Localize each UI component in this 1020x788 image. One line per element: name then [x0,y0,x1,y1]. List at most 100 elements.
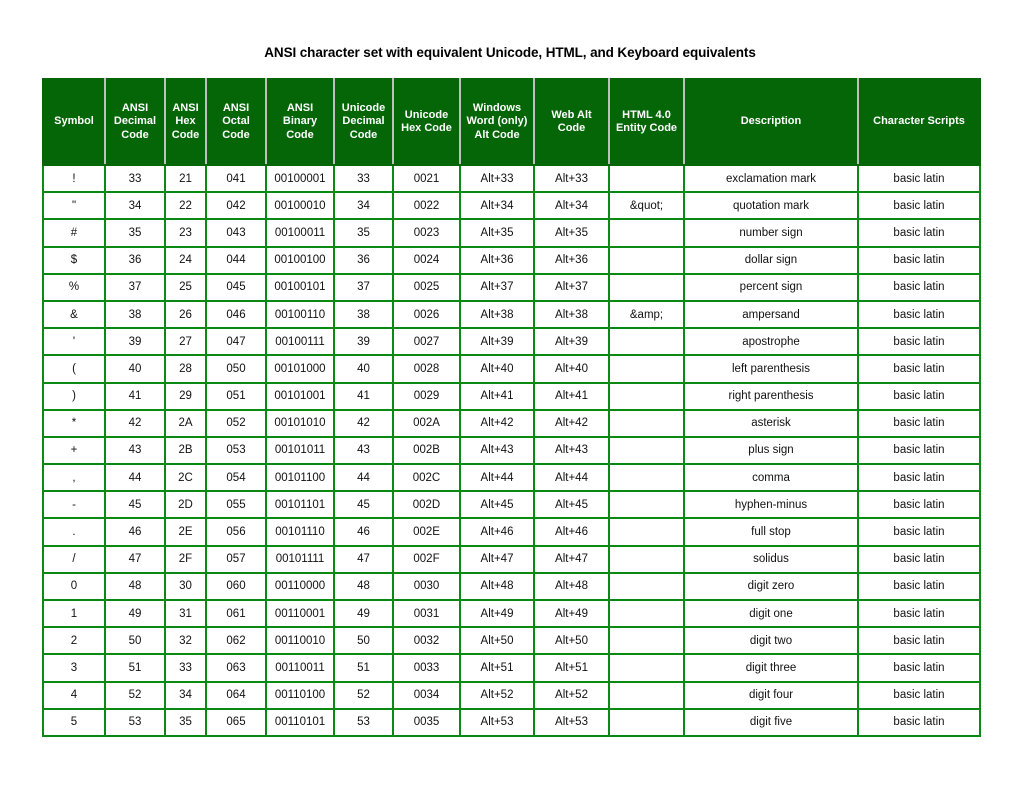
cell-ansi_hex: 2B [164,435,207,466]
cell-uni_hex: 0035 [392,707,461,737]
cell-html_entity [608,653,685,683]
cell-ansi_dec: 45 [104,490,166,520]
cell-web_alt: Alt+41 [533,381,610,411]
cell-uni_hex: 0029 [392,381,461,411]
cell-word_alt: Alt+36 [459,245,535,275]
column-header-word_alt[interactable]: Windows Word (only) Alt Code [459,78,535,166]
table-row: (40 28 050 00101000 40 0028 Alt+40 Alt+40 left p… [42,354,981,384]
cell-ansi_oct: 060 [205,571,267,602]
cell-description: digit one [683,598,859,629]
cell-uni_dec: 51 [333,653,394,683]
cell-symbol: 3 [42,653,106,683]
cell-symbol: , [42,463,106,493]
cell-ansi_hex: 2E [164,517,207,547]
cell-ansi_hex: 31 [164,598,207,629]
cell-html_entity [608,245,685,275]
column-header-web_alt[interactable]: Web Alt Code [533,78,610,166]
cell-word_alt: Alt+44 [459,463,535,493]
cell-ansi_dec: 47 [104,544,166,574]
cell-html_entity [608,598,685,629]
cell-web_alt: Alt+46 [533,517,610,547]
cell-uni_hex: 0021 [392,163,461,194]
cell-scripts: basic latin [857,245,981,275]
cell-ansi_bin: 00100101 [265,272,335,302]
table-row: . 46 2E 056 00101110 46 002E Alt+46 Alt+46 full s… [42,517,981,547]
cell-ansi_hex: 2C [164,463,207,493]
cell-html_entity: &quot; [608,191,685,221]
cell-ansi_oct: 047 [205,327,267,357]
cell-scripts: basic latin [857,191,981,221]
cell-ansi_hex: 23 [164,218,207,248]
cell-symbol: 0 [42,571,106,602]
column-header-description[interactable]: Description [683,78,859,166]
column-header-ansi_hex[interactable]: ANSI Hex Code [164,78,207,166]
cell-ansi_hex: 25 [164,272,207,302]
cell-html_entity [608,490,685,520]
cell-ansi_hex: 32 [164,626,207,656]
cell-ansi_oct: 045 [205,272,267,302]
cell-ansi_oct: 063 [205,653,267,683]
cell-uni_hex: 0026 [392,299,461,330]
cell-html_entity [608,680,685,710]
character-table-container: Symbol ANSI Decimal Code ANSI Hex Code ANSI… [42,78,981,737]
cell-ansi_bin: 00101100 [265,463,335,493]
cell-ansi_bin: 00101010 [265,408,335,438]
cell-word_alt: Alt+52 [459,680,535,710]
cell-ansi_bin: 00100100 [265,245,335,275]
cell-ansi_oct: 052 [205,408,267,438]
cell-scripts: basic latin [857,653,981,683]
cell-scripts: basic latin [857,490,981,520]
table-row: 3 51 33 063 00110011 51 0033 Alt+51 Alt+51 digit … [42,653,981,683]
cell-ansi_dec: 50 [104,626,166,656]
cell-ansi_dec: 44 [104,463,166,493]
cell-symbol: - [42,490,106,520]
cell-uni_hex: 002C [392,463,461,493]
column-header-ansi_dec[interactable]: ANSI Decimal Code [104,78,166,166]
cell-ansi_bin: 00110100 [265,680,335,710]
cell-scripts: basic latin [857,707,981,737]
cell-ansi_oct: 051 [205,381,267,411]
column-header-ansi_bin[interactable]: ANSI Binary Code [265,78,335,166]
cell-symbol: ' [42,327,106,357]
cell-ansi_bin: 00101110 [265,517,335,547]
cell-ansi_oct: 055 [205,490,267,520]
cell-ansi_oct: 061 [205,598,267,629]
cell-ansi_dec: 43 [104,435,166,466]
cell-word_alt: Alt+43 [459,435,535,466]
cell-uni_dec: 41 [333,381,394,411]
cell-ansi_bin: 00101001 [265,381,335,411]
column-header-symbol[interactable]: Symbol [42,78,106,166]
cell-scripts: basic latin [857,435,981,466]
cell-ansi_hex: 30 [164,571,207,602]
cell-description: digit zero [683,571,859,602]
table-row: * 42 2A 052 00101010 42 002A Alt+42 Alt+42 asteri… [42,408,981,438]
cell-ansi_dec: 49 [104,598,166,629]
cell-description: dollar sign [683,245,859,275]
cell-html_entity [608,354,685,384]
cell-ansi_hex: 21 [164,163,207,194]
column-header-ansi_oct[interactable]: ANSI Octal Code [205,78,267,166]
cell-scripts: basic latin [857,354,981,384]
cell-description: digit three [683,653,859,683]
cell-uni_dec: 48 [333,571,394,602]
cell-description: number sign [683,218,859,248]
cell-word_alt: Alt+38 [459,299,535,330]
cell-scripts: basic latin [857,327,981,357]
cell-ansi_dec: 34 [104,191,166,221]
cell-ansi_bin: 00100110 [265,299,335,330]
column-header-uni_hex[interactable]: Unicode Hex Code [392,78,461,166]
cell-uni_hex: 002E [392,517,461,547]
cell-uni_hex: 0027 [392,327,461,357]
cell-ansi_bin: 00110001 [265,598,335,629]
column-header-scripts[interactable]: Character Scripts [857,78,981,166]
column-header-uni_dec[interactable]: Unicode Decimal Code [333,78,394,166]
cell-ansi_oct: 041 [205,163,267,194]
cell-html_entity [608,272,685,302]
cell-ansi_dec: 52 [104,680,166,710]
cell-ansi_oct: 042 [205,191,267,221]
cell-word_alt: Alt+46 [459,517,535,547]
cell-ansi_dec: 36 [104,245,166,275]
cell-uni_dec: 49 [333,598,394,629]
column-header-html_entity[interactable]: HTML 4.0 Entity Code [608,78,685,166]
cell-html_entity [608,571,685,602]
